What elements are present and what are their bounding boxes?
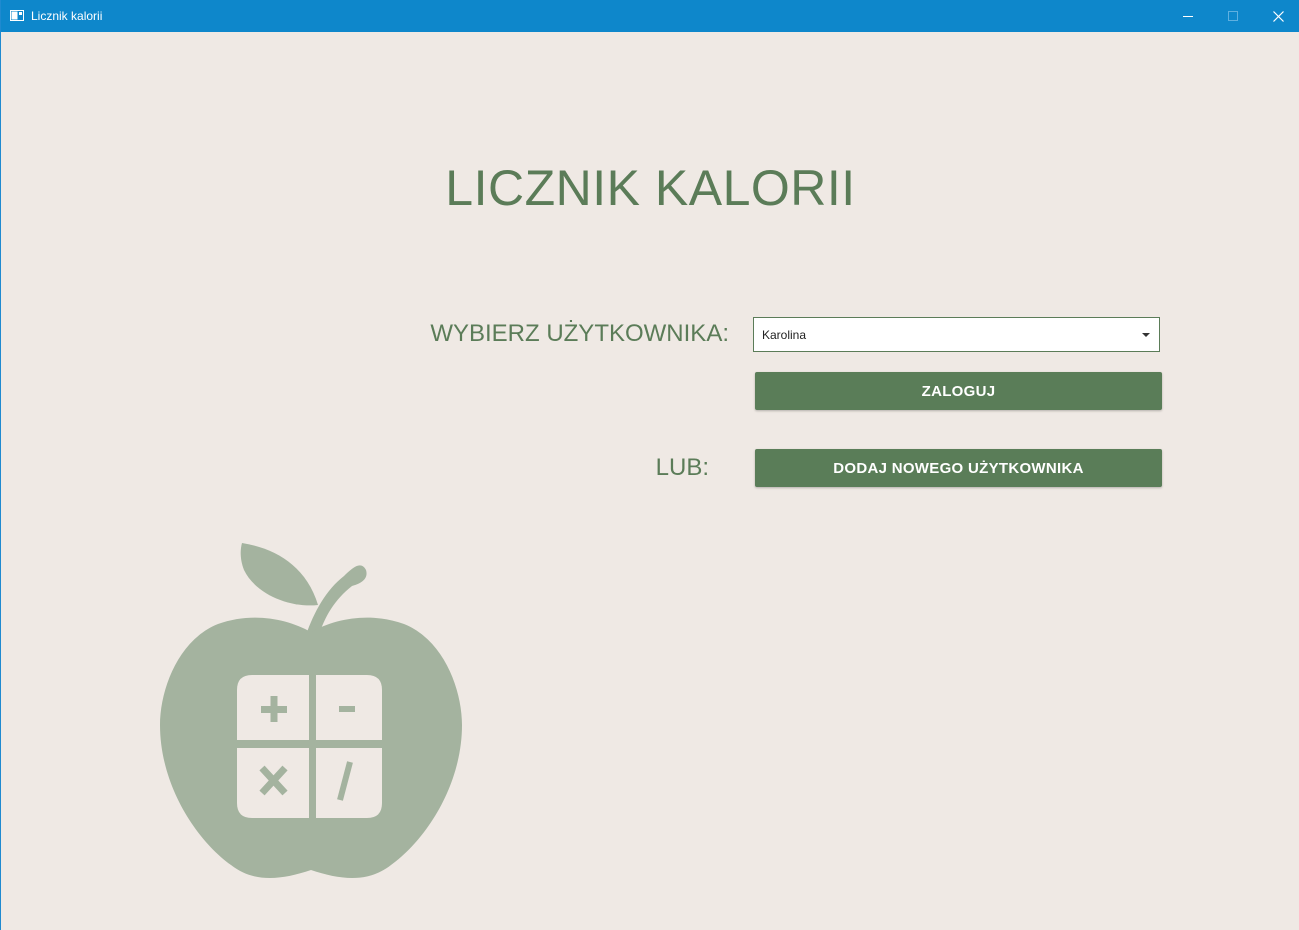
minimize-icon	[1183, 16, 1193, 17]
login-button[interactable]: ZALOGUJ	[755, 372, 1162, 410]
or-label: LUB:	[655, 454, 709, 481]
calc-key-bottom-right	[316, 748, 382, 818]
apple-leaf	[240, 543, 318, 606]
window-title: Licznik kalorii	[31, 9, 103, 23]
minus-icon	[339, 706, 355, 712]
app-icon	[10, 10, 24, 21]
maximize-icon	[1228, 11, 1238, 21]
app-window: Licznik kalorii LICZNIK KALORII WYBIERZ …	[0, 0, 1299, 930]
apple-calculator-logo	[160, 543, 462, 879]
chevron-down-icon	[1142, 333, 1150, 337]
add-user-button[interactable]: DODAJ NOWEGO UŻYTKOWNIKA	[755, 449, 1162, 487]
minimize-button[interactable]	[1165, 0, 1211, 32]
select-user-label: WYBIERZ UŻYTKOWNIKA:	[430, 320, 729, 347]
app-title: LICZNIK KALORII	[445, 160, 856, 216]
user-select-dropdown[interactable]: Karolina	[753, 317, 1160, 352]
close-icon	[1272, 10, 1284, 22]
maximize-button[interactable]	[1210, 0, 1256, 32]
apple-body	[160, 617, 462, 879]
plus-icon-v	[270, 696, 278, 722]
title-bar: Licznik kalorii	[1, 0, 1299, 32]
user-select-value: Karolina	[762, 328, 807, 342]
close-button[interactable]	[1255, 0, 1299, 32]
